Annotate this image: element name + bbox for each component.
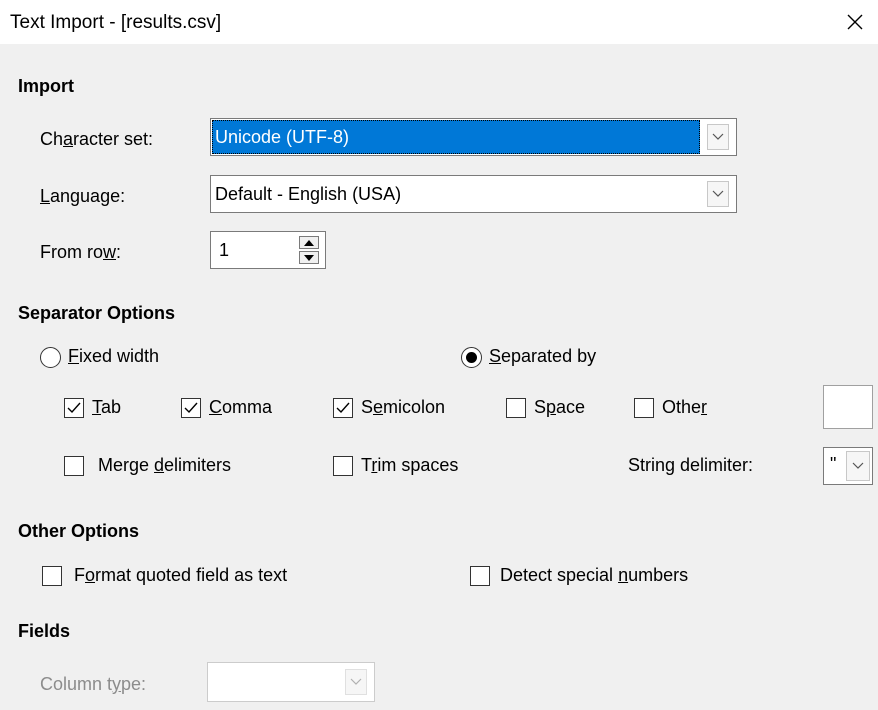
column-type-label: Column type:	[40, 674, 147, 694]
charset-label: Character set:	[40, 129, 154, 149]
language-value: Default - English (USA)	[215, 184, 402, 204]
check-icon	[184, 402, 198, 414]
tab-checkbox[interactable]	[64, 398, 84, 418]
merge-delimiters-checkbox[interactable]	[64, 456, 84, 476]
string-delimiter-label: String delimiter:	[628, 455, 754, 475]
other-separator-input[interactable]	[823, 385, 873, 429]
import-heading: Import	[18, 76, 74, 96]
from-row-spinner[interactable]: 1	[210, 231, 326, 269]
string-delimiter-value: "	[830, 454, 837, 474]
merge-delimiters-label: Merge delimiters	[98, 455, 232, 475]
language-select[interactable]: Default - English (USA)	[210, 175, 737, 213]
space-checkbox[interactable]	[506, 398, 526, 418]
fixed-width-label: Fixed width	[68, 346, 160, 366]
comma-label: Comma	[209, 397, 273, 417]
charset-dropdown-button[interactable]	[707, 124, 729, 150]
title-bar: Text Import - [results.csv]	[0, 0, 878, 44]
fixed-width-radio[interactable]	[40, 347, 61, 368]
close-icon	[847, 14, 863, 30]
chevron-down-icon	[350, 678, 362, 685]
language-dropdown-button[interactable]	[707, 181, 729, 207]
radio-selected-dot	[466, 352, 477, 363]
spin-down-button[interactable]	[299, 251, 319, 264]
from-row-value: 1	[219, 240, 230, 260]
detect-special-numbers-checkbox[interactable]	[470, 566, 490, 586]
trim-spaces-checkbox[interactable]	[333, 456, 353, 476]
format-quoted-label: Format quoted field as text	[74, 565, 288, 585]
close-button[interactable]	[832, 0, 878, 44]
charset-select[interactable]: Unicode (UTF-8)	[210, 118, 737, 156]
chevron-down-icon	[712, 190, 724, 197]
space-label: Space	[534, 397, 586, 417]
separated-by-radio[interactable]	[461, 347, 482, 368]
trim-spaces-label: Trim spaces	[361, 455, 459, 475]
window-title: Text Import - [results.csv]	[10, 12, 222, 33]
other-checkbox[interactable]	[634, 398, 654, 418]
column-type-select[interactable]	[207, 662, 375, 702]
separated-by-label: Separated by	[489, 346, 597, 366]
chevron-down-icon	[852, 462, 864, 469]
check-icon	[336, 402, 350, 414]
semicolon-checkbox[interactable]	[333, 398, 353, 418]
language-label: Language:	[40, 186, 126, 206]
detect-special-numbers-label: Detect special numbers	[500, 565, 689, 585]
chevron-down-icon	[712, 133, 724, 140]
from-row-label: From row:	[40, 242, 122, 262]
triangle-down-icon	[304, 254, 314, 261]
comma-checkbox[interactable]	[181, 398, 201, 418]
check-icon	[67, 402, 81, 414]
format-quoted-checkbox[interactable]	[42, 566, 62, 586]
string-delimiter-select[interactable]: "	[823, 447, 873, 485]
spin-up-button[interactable]	[299, 236, 319, 249]
other-options-heading: Other Options	[18, 521, 139, 541]
separator-heading: Separator Options	[18, 303, 176, 323]
other-label: Other	[662, 397, 708, 417]
string-delimiter-dropdown-button[interactable]	[846, 451, 870, 481]
fields-heading: Fields	[18, 621, 71, 641]
column-type-dropdown-button[interactable]	[345, 669, 367, 695]
triangle-up-icon	[304, 239, 314, 246]
charset-value: Unicode (UTF-8)	[212, 120, 700, 154]
tab-label: Tab	[92, 397, 122, 417]
semicolon-label: Semicolon	[361, 397, 446, 417]
